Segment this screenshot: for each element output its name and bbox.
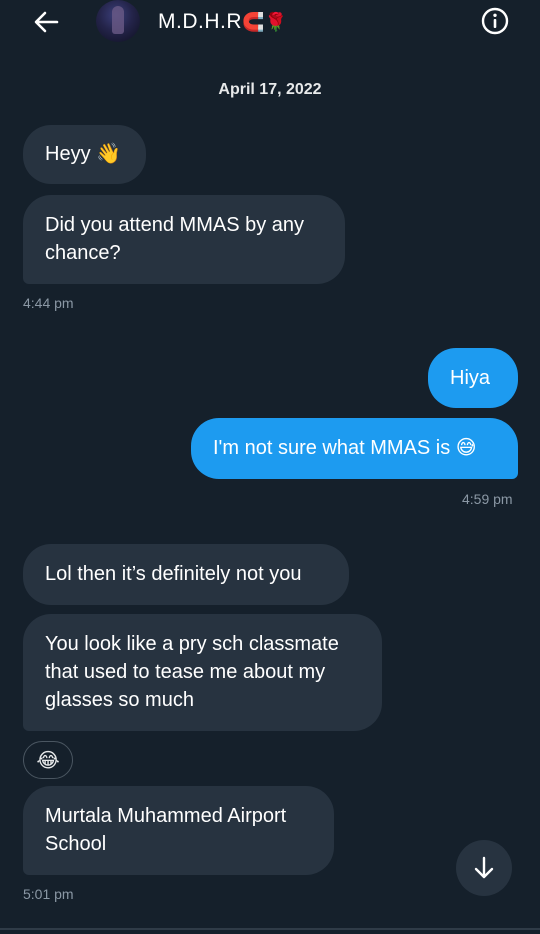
message-text-line: Did you attend MMAS by any	[45, 214, 305, 236]
contact-name[interactable]: M.D.H.R🧲🌹	[158, 9, 288, 35]
waving-hand-icon: 👋	[96, 143, 122, 165]
message-text: Heyy	[45, 143, 91, 165]
message-text: Lol then it’s definitely not you	[45, 563, 302, 585]
info-button[interactable]	[480, 6, 510, 36]
tears-of-joy-icon: 😂	[36, 749, 60, 772]
message-text-line: You look like a pry sch classmate	[45, 633, 339, 655]
arrow-down-icon	[474, 856, 494, 879]
message-timestamp: 4:44 pm	[23, 295, 74, 311]
message-text-line: that used to tease me about my	[45, 661, 326, 683]
contact-name-emojis: 🧲🌹	[242, 12, 288, 32]
incoming-message[interactable]: You look like a pry sch classmate that u…	[23, 614, 382, 731]
message-text: I'm not sure what MMAS is	[213, 437, 451, 459]
message-text-line: Murtala Muhammed Airport	[45, 805, 287, 827]
conversation-header: M.D.H.R🧲🌹	[0, 0, 540, 44]
incoming-message[interactable]: Heyy 👋	[23, 125, 146, 184]
message-reaction[interactable]: 😂	[23, 741, 73, 779]
message-text: Hiya	[450, 367, 491, 389]
message-text-line: glasses so much	[45, 689, 194, 711]
divider	[0, 928, 540, 930]
scroll-to-bottom-button[interactable]	[456, 840, 512, 896]
info-icon	[481, 7, 509, 35]
message-timestamp: 5:01 pm	[23, 886, 74, 902]
avatar[interactable]	[96, 0, 140, 42]
contact-name-text: M.D.H.R	[158, 10, 242, 33]
arrow-left-icon	[34, 11, 59, 33]
date-separator: April 17, 2022	[218, 81, 322, 98]
message-timestamp: 4:59 pm	[462, 491, 513, 507]
grinning-sweat-icon: 😅	[455, 437, 477, 459]
incoming-message[interactable]: Lol then it’s definitely not you	[23, 544, 349, 605]
message-text-line: School	[45, 833, 107, 855]
back-button[interactable]	[30, 6, 62, 38]
incoming-message[interactable]: Did you attend MMAS by any chance?	[23, 195, 345, 284]
message-text-line: chance?	[45, 242, 121, 264]
avatar-figure	[112, 6, 124, 34]
outgoing-message[interactable]: I'm not sure what MMAS is 😅	[191, 418, 518, 479]
outgoing-message[interactable]: Hiya	[428, 348, 518, 408]
incoming-message[interactable]: Murtala Muhammed Airport School	[23, 786, 334, 875]
